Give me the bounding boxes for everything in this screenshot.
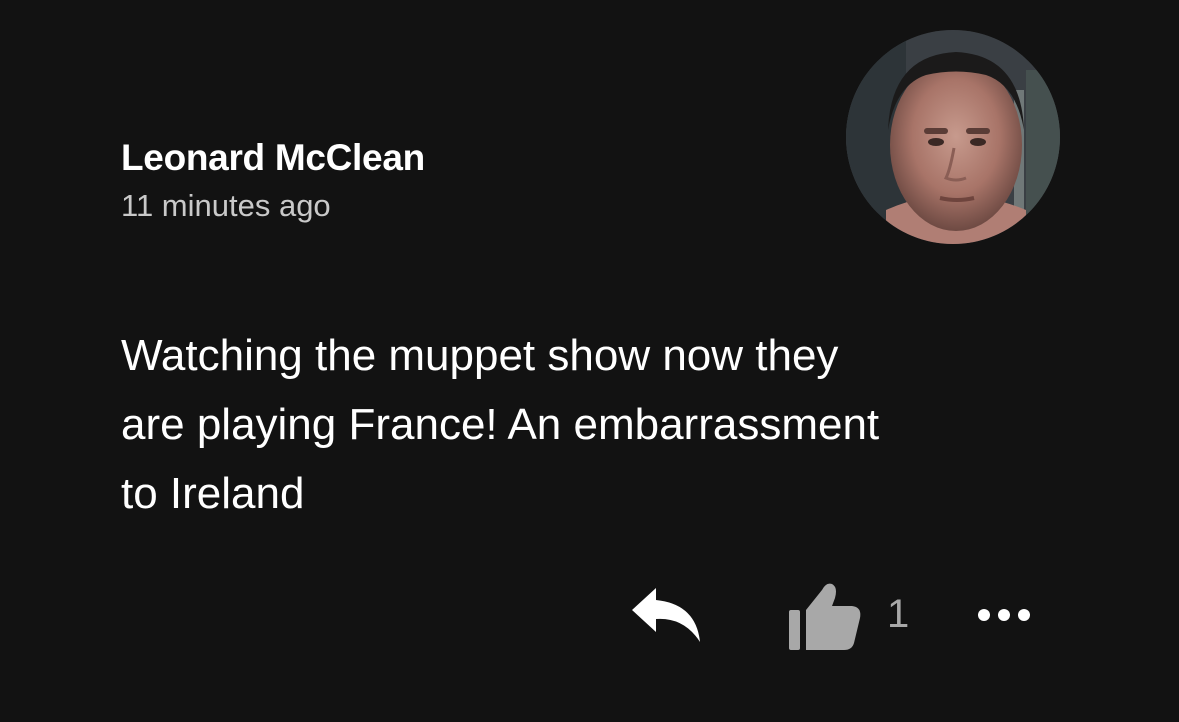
more-horizontal-icon (978, 609, 1030, 621)
avatar[interactable] (846, 30, 1060, 244)
more-options-button[interactable] (972, 600, 1036, 630)
reply-button[interactable] (628, 586, 704, 644)
comment-body: Watching the muppet show now they are pl… (121, 331, 880, 518)
comment-header: Leonard McClean 11 minutes ago (121, 136, 425, 224)
avatar-photo (846, 30, 1060, 244)
like-count: 1 (887, 592, 910, 636)
like-button[interactable] (786, 580, 864, 652)
comment-card: Leonard McClean 11 minutes ago Watching … (0, 0, 1179, 722)
comment-timestamp: 11 minutes ago (121, 188, 331, 223)
reply-arrow-icon (632, 588, 700, 642)
thumbs-up-icon (789, 583, 861, 650)
author-name[interactable]: Leonard McClean (121, 136, 425, 180)
